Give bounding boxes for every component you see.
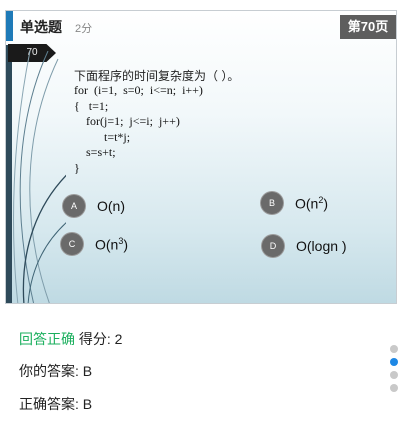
result-line: 回答正确 得分: 2: [19, 329, 122, 349]
option-c-letter: C: [61, 233, 83, 255]
option-a-text: O(n): [97, 198, 125, 214]
pager-dot[interactable]: [390, 358, 398, 366]
slide-header: 单选题 2分 第70页: [6, 11, 396, 41]
option-c-text: O(n3): [95, 235, 129, 253]
page-number-badge: 第70页: [340, 15, 396, 39]
question-type-label: 单选题: [20, 19, 62, 35]
correct-answer: 正确答案: B: [19, 396, 93, 412]
option-d-letter: D: [262, 235, 284, 257]
option-c[interactable]: C O(n3): [61, 232, 128, 256]
pager-dot[interactable]: [390, 345, 398, 353]
pager-dots: [390, 345, 398, 397]
score-text: 得分: 2: [78, 331, 123, 347]
question-slide: 单选题 2分 第70页 70 下面程序的时间复杂度为（ ）。 for (i=1,…: [5, 10, 397, 304]
option-a-letter: A: [63, 195, 85, 217]
pager-dot[interactable]: [390, 384, 398, 392]
option-d[interactable]: D O(logn ): [262, 234, 347, 258]
question-text: 下面程序的时间复杂度为（ ）。: [74, 69, 240, 83]
pager-dot[interactable]: [390, 371, 398, 379]
option-a[interactable]: A O(n): [63, 194, 125, 218]
option-b-letter: B: [261, 192, 283, 214]
your-answer: 你的答案: B: [19, 363, 93, 379]
header-accent-bar: [6, 11, 13, 41]
option-b[interactable]: B O(n2): [261, 191, 328, 215]
code-block: for (i=1, s=0; i<=n; i++) { t=1; for(j=1…: [74, 83, 203, 175]
decorative-curves: [13, 51, 66, 303]
question-score-label: 2分: [75, 23, 93, 35]
answer-status: 回答正确: [19, 331, 75, 347]
option-b-text: O(n2): [295, 194, 329, 212]
option-d-text: O(logn ): [296, 238, 347, 254]
